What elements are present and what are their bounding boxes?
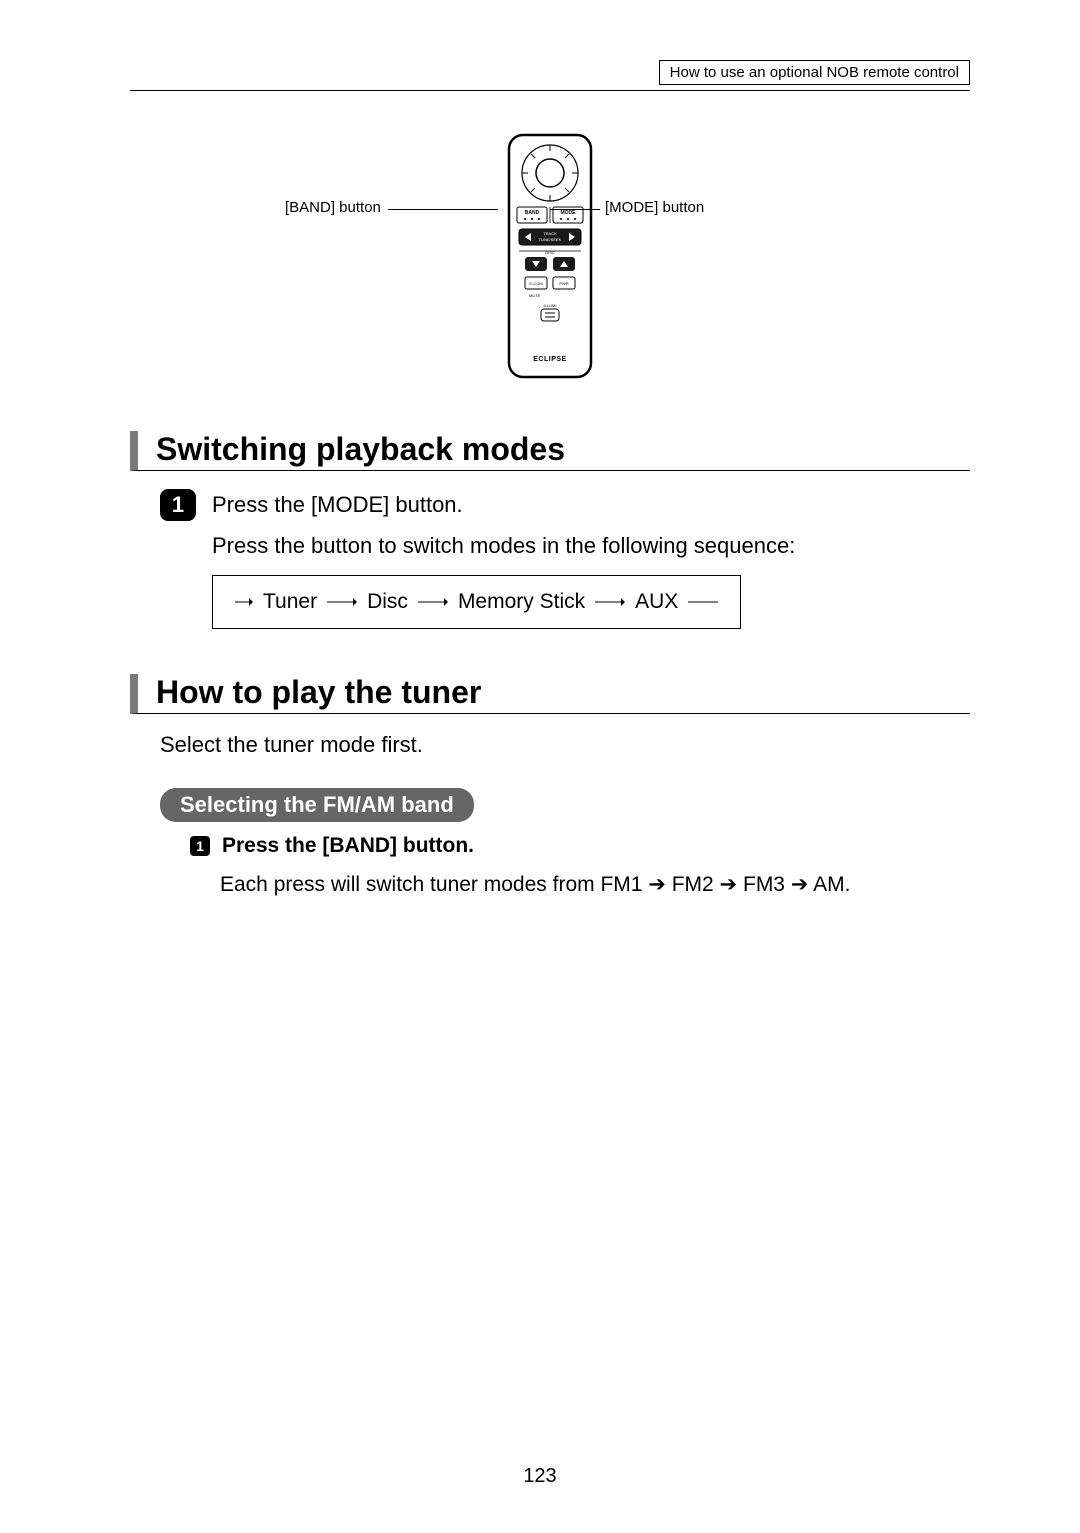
mode-button-label: [MODE] button	[605, 199, 704, 216]
step-number-badge: 1	[160, 489, 196, 521]
subheading-pill: Selecting the FM/AM band	[160, 788, 474, 822]
svg-text:PWR: PWR	[559, 281, 568, 286]
section-switching-modes: Switching playback modes 1 Press the [MO…	[130, 431, 970, 629]
svg-text:DISC: DISC	[545, 250, 555, 255]
step-row: 1 Press the [MODE] button.	[160, 489, 970, 521]
remote-control-icon: BAND MODE TRACK TUNE/SEEK DISC E-COM P	[505, 131, 595, 381]
section-title: Switching playback modes	[130, 431, 970, 471]
seq-item: Memory Stick	[458, 590, 585, 614]
svg-text:E-COM: E-COM	[529, 281, 542, 286]
remote-diagram: [BAND] button [MODE] button BAND	[130, 131, 970, 391]
arrow-right-icon	[418, 595, 448, 609]
arrow-right-icon	[327, 595, 357, 609]
svg-text:ECLIPSE: ECLIPSE	[533, 356, 566, 363]
intro-text: Select the tuner mode first.	[160, 732, 970, 758]
section-title: How to play the tuner	[130, 674, 970, 714]
svg-text:TRACK: TRACK	[543, 231, 557, 236]
seq-item: Disc	[367, 590, 408, 614]
page-number: 123	[0, 1465, 1080, 1488]
mode-sequence-box: Tuner Disc Memory Stick AUX	[212, 575, 741, 629]
svg-text:ILLUMI: ILLUMI	[544, 303, 557, 308]
svg-text:MUTE: MUTE	[529, 293, 541, 298]
leader-line-left	[388, 209, 498, 210]
step-text: Press the [BAND] button.	[222, 834, 474, 858]
seq-item: AUX	[635, 590, 678, 614]
band-button-label: [BAND] button	[285, 199, 381, 216]
svg-text:BAND: BAND	[525, 210, 540, 216]
section-play-tuner: How to play the tuner Select the tuner m…	[130, 674, 970, 899]
header-bar: How to use an optional NOB remote contro…	[130, 60, 970, 91]
svg-text:TUNE/SEEK: TUNE/SEEK	[539, 237, 562, 242]
arrow-loop-end-icon	[688, 595, 718, 609]
step-number-badge: 1	[190, 836, 210, 856]
step-row: 1 Press the [BAND] button.	[190, 834, 970, 858]
arrow-right-icon	[595, 595, 625, 609]
arrow-right-icon	[235, 595, 253, 609]
step-text: Press the [MODE] button.	[212, 492, 463, 518]
seq-item: Tuner	[263, 590, 317, 614]
leader-line-right	[550, 209, 600, 210]
body-text: Each press will switch tuner modes from …	[220, 870, 970, 899]
breadcrumb: How to use an optional NOB remote contro…	[659, 60, 970, 85]
body-text: Press the button to switch modes in the …	[212, 533, 970, 559]
svg-text:MODE: MODE	[561, 210, 577, 216]
